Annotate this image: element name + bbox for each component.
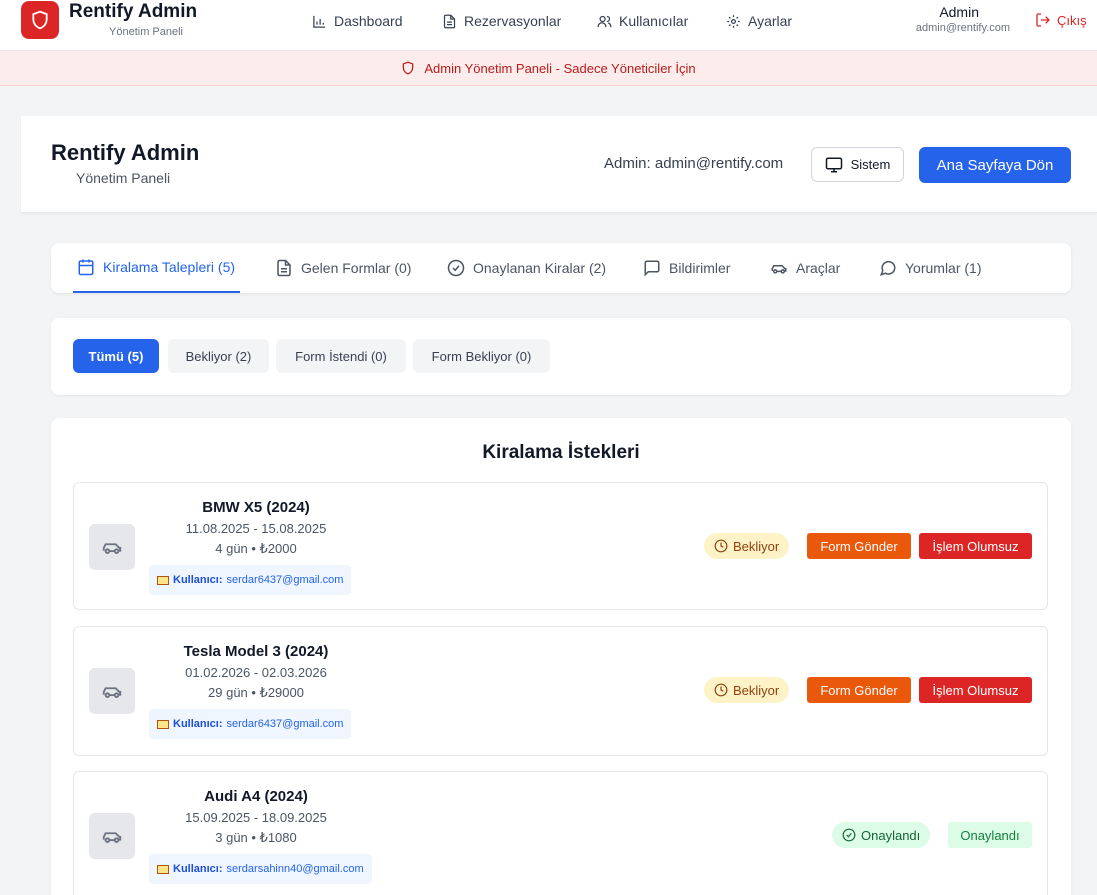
tab-bildirimler[interactable]: Bildirimler — [643, 243, 730, 293]
requests-panel: Kiralama İstekleri BMW X5 (2024) 11.08.2… — [51, 418, 1071, 895]
tab-kiralama-talepleri[interactable]: Kiralama Talepleri (5) — [73, 243, 240, 293]
page-subtitle: Yönetim Paneli — [76, 170, 171, 186]
page-title: Rentify Admin — [51, 140, 200, 165]
logout-button[interactable]: Çıkış — [1035, 12, 1087, 28]
nav-kullanicilar[interactable]: Kullanıcılar — [597, 11, 688, 31]
brand-title: Rentify Admin — [69, 1, 198, 22]
tab-yorumlar[interactable]: Yorumlar (1) — [879, 243, 982, 293]
tab-label: Yorumlar (1) — [905, 260, 982, 276]
tab-label: Onaylanan Kiralar (2) — [473, 260, 607, 276]
filter-tumu[interactable]: Tümü (5) — [73, 339, 159, 373]
rental-meta: 29 gün • ₺29000 — [208, 685, 304, 700]
tab-label: Bildirimler — [669, 260, 731, 276]
rental-dates: 01.02.2026 - 02.03.2026 — [185, 665, 327, 680]
list-title: Kiralama İstekleri — [482, 442, 640, 463]
user-prefix: Kullanıcı: — [173, 574, 223, 586]
top-navbar: Rentify Admin Yönetim Paneli Dashboard R… — [0, 0, 1097, 51]
approved-label: Onaylandı — [948, 822, 1032, 848]
user-email: serdar6437@gmail.com — [226, 574, 344, 586]
filter-form-istendi[interactable]: Form İstendi (0) — [276, 339, 406, 373]
form-send-button[interactable]: Form Gönder — [807, 533, 911, 559]
status-text: Bekliyor — [733, 538, 780, 554]
mail-icon — [157, 575, 169, 585]
car-icon — [89, 813, 135, 859]
nav-ayarlar[interactable]: Ayarlar — [726, 11, 792, 31]
document-icon — [277, 259, 291, 277]
check-circle-icon — [842, 828, 856, 842]
nav-rezervasyonlar[interactable]: Rezervasyonlar — [442, 11, 561, 31]
car-name: Audi A4 (2024) — [204, 788, 308, 805]
gear-icon — [727, 14, 740, 28]
reject-button[interactable]: İşlem Olumsuz — [919, 677, 1032, 703]
user-email: serdar6437@gmail.com — [226, 718, 344, 730]
admin-email: admin@rentify.com — [915, 22, 1010, 34]
car-icon — [89, 668, 135, 714]
logout-label: Çıkış — [1057, 12, 1087, 28]
status-badge: Onaylandı — [832, 822, 931, 848]
status-badge: Bekliyor — [704, 677, 790, 703]
logout-icon — [1036, 13, 1050, 27]
home-button[interactable]: Ana Sayfaya Dön — [919, 147, 1071, 183]
tab-label: Araçlar — [796, 260, 841, 276]
tab-gelen-formlar[interactable]: Gelen Formlar (0) — [275, 243, 411, 293]
user-prefix: Kullanıcı: — [173, 863, 223, 875]
tab-bar: Kiralama Talepleri (5) Gelen Formlar (0)… — [51, 243, 1071, 293]
monitor-icon — [825, 157, 842, 172]
page-header: Rentify Admin Yönetim Paneli Admin: admi… — [21, 116, 1097, 213]
sistem-label: Sistem — [850, 157, 891, 172]
reject-button[interactable]: İşlem Olumsuz — [919, 533, 1032, 559]
status-badge: Bekliyor — [704, 533, 790, 559]
car-name: BMW X5 (2024) — [202, 499, 310, 516]
rental-meta: 3 gün • ₺1080 — [215, 830, 297, 845]
rental-meta: 4 gün • ₺2000 — [215, 541, 297, 556]
nav-dashboard-label: Dashboard — [334, 13, 403, 29]
message-square-icon — [644, 260, 660, 277]
user-email: serdarsahinn40@gmail.com — [226, 863, 364, 875]
calendar-icon — [78, 259, 94, 276]
filter-bekliyor[interactable]: Bekliyor (2) — [168, 339, 269, 373]
admin-label: Admin: admin@rentify.com — [604, 155, 784, 172]
status-text: Bekliyor — [733, 682, 780, 698]
car-name: Tesla Model 3 (2024) — [183, 643, 329, 660]
user-chip: Kullanıcı: serdar6437@gmail.com — [149, 709, 352, 739]
request-row: Audi A4 (2024) 15.09.2025 - 18.09.2025 3… — [73, 771, 1048, 895]
check-circle-icon — [447, 259, 465, 277]
sistem-button[interactable]: Sistem — [811, 147, 904, 182]
admin-name: Admin — [939, 4, 979, 20]
banner-text: Admin Yönetim Paneli - Sadece Yöneticile… — [424, 60, 696, 76]
tab-label: Gelen Formlar (0) — [301, 260, 412, 276]
shield-icon — [403, 61, 414, 75]
mail-icon — [157, 864, 169, 874]
nav-kullanicilar-label: Kullanıcılar — [619, 13, 689, 29]
car-icon — [771, 265, 787, 274]
filter-bar: Tümü (5) Bekliyor (2) Form İstendi (0) F… — [51, 318, 1071, 395]
document-icon — [443, 14, 456, 28]
nav-ayarlar-label: Ayarlar — [748, 13, 793, 29]
nav-rezervasyonlar-label: Rezervasyonlar — [464, 13, 562, 29]
shield-logo-icon[interactable] — [21, 1, 59, 39]
user-chip: Kullanıcı: serdarsahinn40@gmail.com — [149, 854, 372, 884]
tab-onaylanan-kiralar[interactable]: Onaylanan Kiralar (2) — [447, 243, 606, 293]
user-chip: Kullanıcı: serdar6437@gmail.com — [149, 565, 352, 595]
clock-icon — [714, 683, 728, 697]
rental-dates: 15.09.2025 - 18.09.2025 — [185, 810, 327, 825]
car-icon — [89, 524, 135, 570]
users-icon — [597, 15, 612, 27]
message-circle-icon — [879, 260, 896, 277]
form-send-button[interactable]: Form Gönder — [807, 677, 911, 703]
filter-form-bekliyor[interactable]: Form Bekliyor (0) — [413, 339, 550, 373]
rental-dates: 11.08.2025 - 15.08.2025 — [185, 521, 327, 536]
status-text: Onaylandı — [861, 827, 921, 843]
request-row: Tesla Model 3 (2024) 01.02.2026 - 02.03.… — [73, 626, 1048, 756]
bar-chart-icon — [313, 15, 326, 28]
tab-araclar[interactable]: Araçlar — [770, 243, 840, 293]
tab-label: Kiralama Talepleri (5) — [103, 259, 236, 275]
admin-warning-banner: Admin Yönetim Paneli - Sadece Yöneticile… — [0, 51, 1097, 86]
user-prefix: Kullanıcı: — [173, 718, 223, 730]
brand-subtitle: Yönetim Paneli — [109, 26, 183, 38]
request-row: BMW X5 (2024) 11.08.2025 - 15.08.2025 4 … — [73, 482, 1048, 610]
mail-icon — [157, 719, 169, 729]
clock-icon — [714, 539, 728, 553]
nav-dashboard[interactable]: Dashboard — [312, 11, 403, 31]
